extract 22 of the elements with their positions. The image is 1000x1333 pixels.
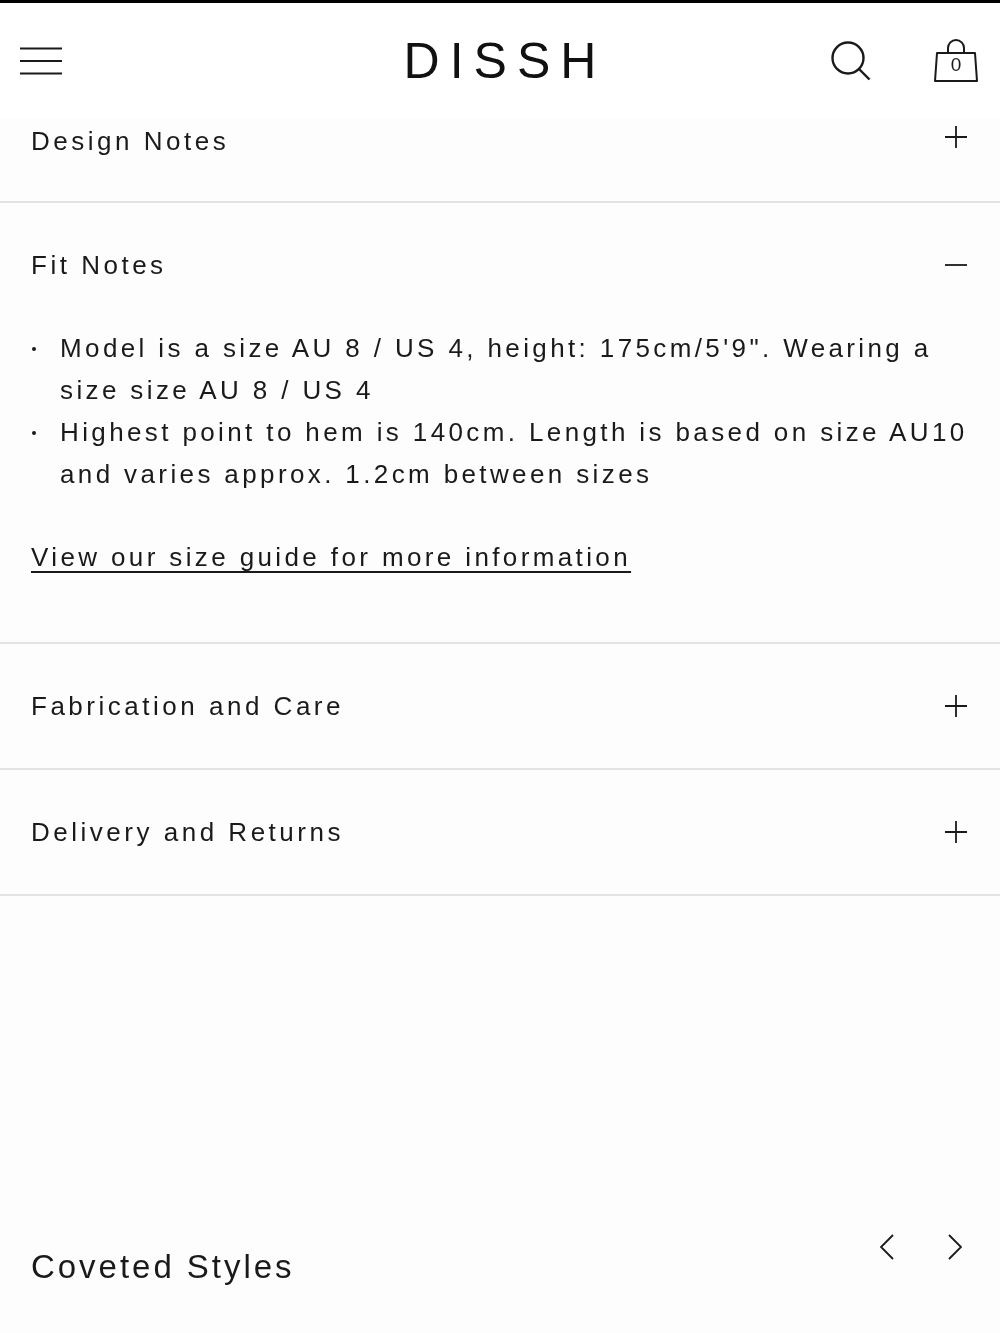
accordion-header[interactable]: Fabrication and Care: [0, 644, 1000, 768]
search-icon: [831, 40, 871, 81]
bullet-icon: [32, 347, 36, 351]
shopping-bag-icon: [933, 38, 979, 83]
brand-logo[interactable]: DISSH: [393, 35, 607, 86]
chevron-right-icon: [948, 1234, 962, 1260]
section-title: Coveted Styles: [31, 1247, 295, 1287]
cart-button[interactable]: 0: [933, 38, 979, 83]
menu-button[interactable]: [20, 45, 62, 76]
next-button[interactable]: [945, 1233, 965, 1261]
chevron-left-icon: [880, 1234, 894, 1260]
fit-note-text: Highest point to hem is 140cm. Length is based on size AU10 and varies approx. 1.2cm between sizes: [60, 416, 969, 491]
accordion-header[interactable]: Delivery and Returns: [0, 770, 1000, 894]
bullet-icon: [32, 431, 36, 435]
size-guide-link[interactable]: View our size guide for more information: [31, 536, 632, 578]
cart-count: 0: [949, 54, 963, 74]
accordion-header[interactable]: Fit Notes: [0, 203, 1000, 327]
accordion-header[interactable]: Design Notes: [0, 118, 1000, 201]
menu-icon: [20, 46, 62, 75]
search-button[interactable]: [831, 40, 871, 81]
fit-note-text: Model is a size AU 8 / US 4, height: 175cm/5'9". Wearing a size size AU 8 / US 4: [60, 332, 933, 407]
previous-button[interactable]: [877, 1233, 897, 1261]
